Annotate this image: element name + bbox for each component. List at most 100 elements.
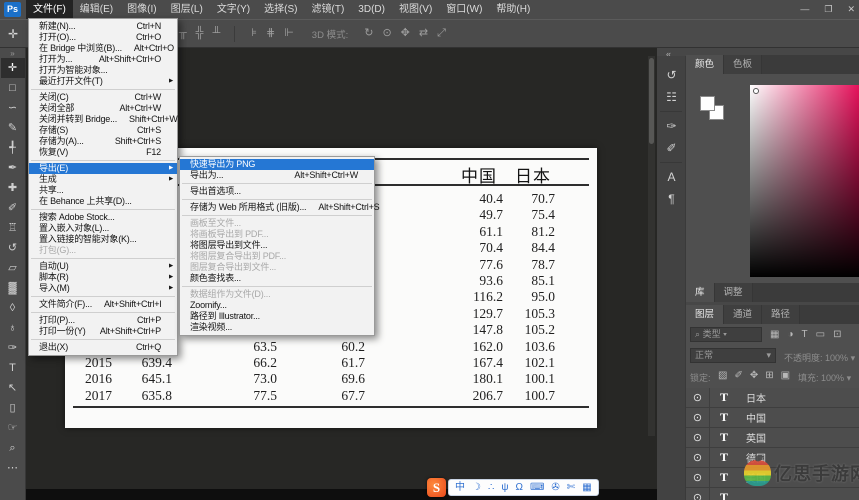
distribute-top-icon[interactable]: ╥ xyxy=(179,28,187,39)
text-layer-thumbnail[interactable]: T xyxy=(710,430,738,445)
menu-window[interactable]: 窗口(W) xyxy=(439,0,489,19)
export-submenu-item[interactable]: 导出首选项... xyxy=(180,186,374,197)
opacity-control[interactable]: 不透明度: 100% ▾ xyxy=(784,351,855,364)
sogou-logo[interactable]: S xyxy=(427,477,446,497)
layer-row[interactable]: ⊙ T xyxy=(686,487,859,500)
tab-swatches[interactable]: 色板 xyxy=(724,55,763,74)
ime-voice-icon[interactable]: ψ xyxy=(501,480,508,495)
file-menu-item[interactable]: 置入嵌入对象(L)... xyxy=(29,223,177,234)
file-menu-item[interactable]: 存储为(A)... Shift+Ctrl+S xyxy=(29,136,177,147)
file-menu-item[interactable]: 打包(G)... xyxy=(29,245,177,256)
file-menu-item[interactable]: 搜索 Adobe Stock... xyxy=(29,212,177,223)
menu-file[interactable]: 文件(F) xyxy=(26,0,73,19)
file-menu-item[interactable]: 置入链接的智能对象(K)... xyxy=(29,234,177,245)
tab-paths[interactable]: 路径 xyxy=(762,305,801,324)
ime-keyboard-icon[interactable]: ⌨ xyxy=(530,480,544,495)
text-layer-thumbnail[interactable]: T xyxy=(710,390,738,405)
layer-row[interactable]: ⊙ T 日本 xyxy=(686,387,859,408)
lasso-tool[interactable]: ∽ xyxy=(1,98,25,118)
file-menu-item[interactable]: 在 Behance 上共享(D)... xyxy=(29,196,177,207)
brush-tool[interactable]: ✐ xyxy=(1,198,25,218)
minimize-button[interactable]: — xyxy=(800,4,809,15)
quick-selection-tool[interactable]: ✎ xyxy=(1,118,25,138)
filter-smart-objects-icon[interactable]: ⊡ xyxy=(833,329,841,340)
tab-adjustments[interactable]: 调整 xyxy=(714,283,753,302)
blur-tool[interactable]: ◊ xyxy=(1,298,25,318)
export-submenu-item[interactable]: 将图层导出到文件... xyxy=(180,240,374,251)
filter-shape-layers-icon[interactable]: ▭ xyxy=(816,329,825,340)
3d-scale-icon[interactable]: ⤢ xyxy=(437,28,446,39)
export-submenu-item[interactable]: 将图层复合导出到 PDF... xyxy=(180,251,374,262)
file-menu-item[interactable]: 退出(X) Ctrl+Q xyxy=(29,342,177,353)
file-menu-item[interactable]: 关闭(C) Ctrl+W xyxy=(29,92,177,103)
ime-punctuation-icon[interactable]: ∴ xyxy=(488,480,494,495)
export-submenu-item[interactable]: 画板至文件... xyxy=(180,218,374,229)
layer-name[interactable]: 中国 xyxy=(746,410,766,425)
file-menu-item[interactable]: 新建(N)... Ctrl+N xyxy=(29,21,177,32)
distribute-bottom-icon[interactable]: ╨ xyxy=(212,28,220,39)
clone-stamp-tool[interactable]: ♖ xyxy=(1,218,25,238)
lock-all-icon[interactable]: ▣ xyxy=(781,370,790,381)
zoom-tool[interactable]: ⌕ xyxy=(1,438,25,458)
layer-name[interactable]: 日本 xyxy=(746,390,766,405)
distribute-middle-icon[interactable]: ╬ xyxy=(196,28,204,39)
layer-name[interactable]: 英国 xyxy=(746,430,766,445)
ime-chinese-mode-icon[interactable]: 中 xyxy=(455,480,465,495)
scrollbar-thumb[interactable] xyxy=(649,58,654,144)
path-selection-tool[interactable]: ↖ xyxy=(1,378,25,398)
3d-slide-icon[interactable]: ⇄ xyxy=(419,28,428,39)
export-submenu-item[interactable]: 快速导出为 PNG xyxy=(180,159,374,170)
3d-pan-icon[interactable]: ✥ xyxy=(401,28,410,39)
menu-help[interactable]: 帮助(H) xyxy=(489,0,537,19)
export-submenu-item[interactable]: 路径到 Illustrator... xyxy=(180,311,374,322)
tab-libraries[interactable]: 库 xyxy=(686,283,715,302)
text-layer-thumbnail[interactable]: T xyxy=(710,410,738,425)
menu-edit[interactable]: 编辑(E) xyxy=(73,0,120,19)
type-tool[interactable]: T xyxy=(1,358,25,378)
lock-pixels-icon[interactable]: ✐ xyxy=(734,370,742,381)
export-submenu-item[interactable]: 数据组作为文件(D)... xyxy=(180,289,374,300)
export-submenu-item[interactable]: 渲染视频... xyxy=(180,322,374,333)
export-submenu-item[interactable]: 将画板导出到 PDF... xyxy=(180,229,374,240)
ime-toolbox-icon[interactable]: ✄ xyxy=(567,480,575,495)
file-menu-item[interactable]: 关闭并转到 Bridge... Shift+Ctrl+W xyxy=(29,114,178,125)
layer-visibility-eye-icon[interactable]: ⊙ xyxy=(686,467,710,488)
file-menu-item[interactable]: 恢复(V) F12 xyxy=(29,147,177,158)
eyedropper-tool[interactable]: ✒ xyxy=(1,158,25,178)
file-menu-item[interactable]: 导入(M) xyxy=(29,283,177,294)
menu-filter[interactable]: 滤镜(T) xyxy=(305,0,352,19)
layer-row[interactable]: ⊙ T 英国 xyxy=(686,427,859,448)
menu-3d[interactable]: 3D(D) xyxy=(351,0,392,19)
menu-layer[interactable]: 图层(L) xyxy=(164,0,210,19)
export-submenu-item[interactable]: 颜色查找表... xyxy=(180,273,374,284)
brush-settings-panel-icon[interactable]: ✑ xyxy=(657,115,686,137)
export-submenu-item[interactable]: 存储为 Web 所用格式 (旧版)... Alt+Shift+Ctrl+S xyxy=(180,202,380,213)
export-submenu-item[interactable]: 图层复合导出到文件... xyxy=(180,262,374,273)
character-panel-icon[interactable]: A xyxy=(657,166,686,188)
color-field-marker[interactable] xyxy=(753,88,759,94)
edit-toolbar[interactable]: ⋯ xyxy=(1,458,25,478)
filter-adjustment-layers-icon[interactable]: ◑ xyxy=(787,329,793,340)
layer-row[interactable]: ⊙ T 中国 xyxy=(686,407,859,428)
ime-symbols-icon[interactable]: Ω xyxy=(515,480,522,495)
fill-control[interactable]: 填充: 100% ▾ xyxy=(798,371,851,384)
file-menu-item[interactable]: 在 Bridge 中浏览(B)... Alt+Ctrl+O xyxy=(29,43,177,54)
properties-panel-icon[interactable]: ☷ xyxy=(657,86,686,108)
blend-mode-dropdown[interactable]: 正常 ▾ xyxy=(690,348,776,363)
menu-type[interactable]: 文字(Y) xyxy=(210,0,257,19)
shape-tool[interactable]: ▯ xyxy=(1,398,25,418)
file-menu-item[interactable]: 生成 xyxy=(29,174,177,185)
ime-skin-icon[interactable]: ✇ xyxy=(551,480,559,495)
canvas-scrollbar[interactable] xyxy=(648,56,655,436)
history-panel-icon[interactable]: ↺ xyxy=(657,64,686,86)
layer-visibility-eye-icon[interactable]: ⊙ xyxy=(686,487,710,500)
tab-channels[interactable]: 通道 xyxy=(724,305,763,324)
restore-button[interactable]: ❐ xyxy=(824,4,832,15)
file-menu-item[interactable]: 脚本(R) xyxy=(29,272,177,283)
file-menu-item[interactable]: 打开为智能对象... xyxy=(29,65,177,76)
tab-layers[interactable]: 图层 xyxy=(686,305,725,324)
file-menu-item[interactable]: 关闭全部 Alt+Ctrl+W xyxy=(29,103,177,114)
file-menu-item[interactable]: 共享... xyxy=(29,185,177,196)
paragraph-panel-icon[interactable]: ¶ xyxy=(657,188,686,210)
file-menu-item[interactable]: 导出(E) xyxy=(29,163,177,174)
